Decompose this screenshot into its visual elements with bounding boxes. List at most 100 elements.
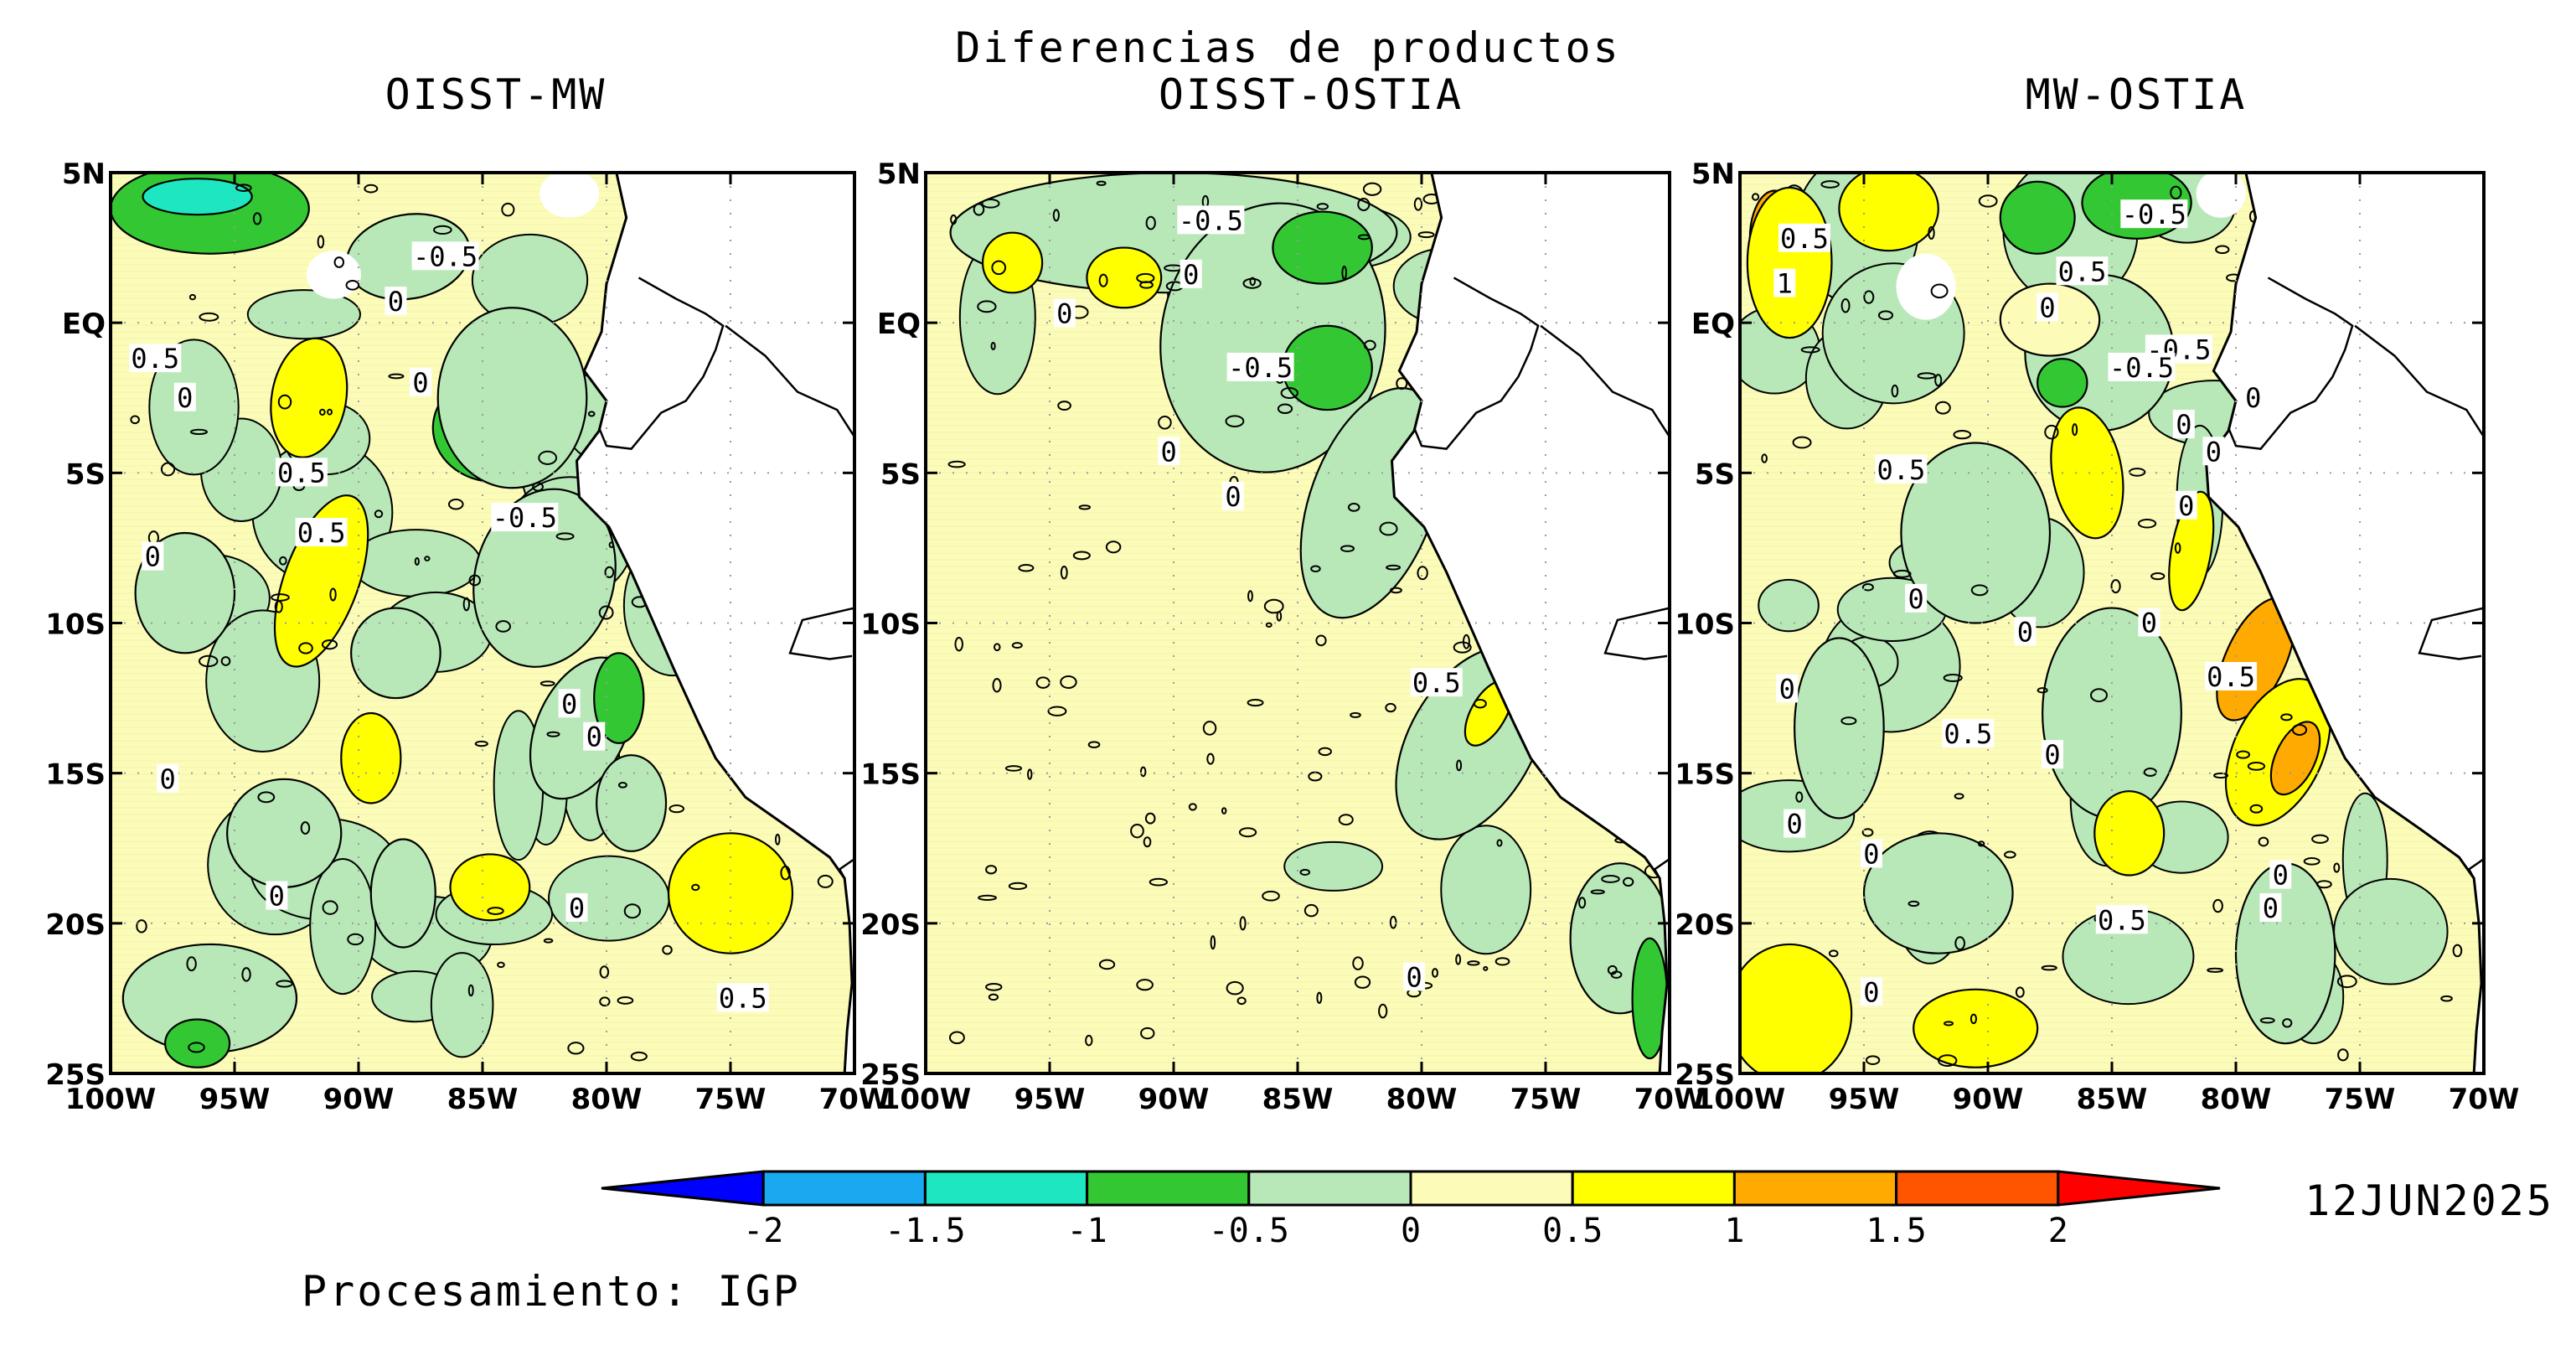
contour-label: 0 [1056, 297, 1072, 329]
colorbar-label: -2 [743, 1212, 783, 1250]
colorbar-box [1086, 1170, 1251, 1207]
anomaly-region [309, 857, 377, 996]
contour-label: 0 [569, 892, 585, 924]
contour-label: 0.5 [297, 517, 346, 549]
lon-tick-label: 85W [2077, 1083, 2148, 1116]
colorbar-label: 0.5 [1542, 1212, 1603, 1250]
colorbar-box [1571, 1170, 1736, 1207]
anomaly-region [1086, 246, 1163, 309]
lon-tick-label: 80W [2201, 1083, 2272, 1116]
lat-tick-label: 5N [1691, 158, 1735, 191]
contour-label: 0 [1908, 583, 1924, 615]
colorbar-arrow-high [2057, 1170, 2221, 1207]
anomaly-region [1283, 840, 1384, 892]
contour-label: 0 [159, 763, 175, 795]
lat-tick-label: 20S [45, 908, 106, 942]
anomaly-region [2042, 607, 2182, 820]
map-figure: -0.500.500.50.50-0.500000 00.55N100WEQ95W… [45, 158, 2520, 1250]
map-panel-mw-ostia: 0.51-0.50.50-0.5-0.50000.50000.5000.5000… [1675, 158, 2520, 1116]
anomaly-region [1746, 186, 1833, 339]
contour-label: 0.5 [2207, 661, 2255, 693]
contour-label: -0.5 [1228, 352, 1293, 384]
lat-tick-label: 25S [45, 1058, 106, 1092]
lat-tick-label: 10S [1675, 608, 1735, 642]
lat-tick-label: 5N [877, 158, 921, 191]
contour-label: 0 [2017, 616, 2033, 648]
lon-tick-label: 75W [2325, 1083, 2396, 1116]
lon-tick-label: 90W [1138, 1083, 1210, 1116]
lat-tick-label: 10S [860, 608, 921, 642]
contour-label: -0.5 [413, 240, 478, 272]
contour-label: 0 [1786, 809, 1802, 840]
lat-tick-label: 5S [1695, 458, 1735, 491]
colorbar-box [1732, 1170, 1898, 1207]
anomaly-region [306, 251, 361, 299]
contour-label: 0 [1863, 976, 1879, 1008]
lon-tick-label: 95W [1829, 1083, 1900, 1116]
contour-label: 0 [2263, 892, 2279, 924]
processing-credit: Procesamiento: IGP [302, 1267, 801, 1316]
contour-label: -0.5 [2109, 352, 2174, 384]
colorbar-label: 1 [1724, 1212, 1744, 1250]
contour-label: 0 [1779, 673, 1795, 705]
contour-label: 0 [2206, 436, 2222, 468]
colorbar-box [923, 1170, 1089, 1207]
contour-label: 0.5 [1944, 718, 1992, 750]
contour-label: 0 [388, 286, 404, 318]
contour-label: -0.5 [1179, 204, 1243, 236]
lat-tick-label: EQ [1691, 308, 1735, 341]
anomaly-region [1794, 637, 1885, 820]
contour-label: 0 [2273, 860, 2289, 892]
contour-label: 0.5 [719, 982, 767, 1014]
lat-tick-label: 5N [62, 158, 106, 191]
date-stamp: 12JUN2025 [2305, 1177, 2554, 1225]
colorbar-box [1247, 1170, 1412, 1207]
contour-label: -0.5 [2122, 199, 2186, 230]
contour-label: 0 [1183, 259, 1199, 291]
anomaly-region [1440, 825, 1532, 955]
lat-tick-label: EQ [62, 308, 106, 341]
contour-label: 0 [1160, 436, 1176, 468]
anomaly-region [981, 231, 1044, 294]
contour-label: 0.5 [2058, 256, 2107, 287]
anomaly-region [539, 173, 600, 218]
lat-tick-label: 5S [880, 458, 921, 491]
colorbar: -2 -1.5 -1 -0.5 0 0.5 1 1.5 2 [601, 1170, 2221, 1250]
contour-label: 0 [2245, 382, 2261, 414]
lon-tick-label: 85W [447, 1083, 519, 1116]
lon-tick-label: 90W [323, 1083, 395, 1116]
contour-label: 0.5 [1877, 454, 1926, 486]
map-panel-oisst-ostia: -0.500-0.5000.505N100WEQ95W5S90W10S85W15… [860, 158, 1705, 1116]
anomaly-region [246, 289, 361, 340]
contour-label: 0 [561, 688, 577, 720]
anomaly-region [350, 607, 441, 700]
anomaly-region [667, 832, 794, 954]
map-panel-oisst-mw: -0.500.500.50.50-0.500000 00.55N100WEQ95W… [45, 158, 890, 1116]
contour-label: 0.5 [1412, 667, 1461, 699]
lon-tick-label: 90W [1953, 1083, 2024, 1116]
lon-tick-label: 95W [199, 1083, 271, 1116]
contour-label: 0 [412, 367, 428, 399]
lon-tick-label: 80W [1386, 1083, 1458, 1116]
colorbar-label: 2 [2048, 1212, 2068, 1250]
colorbar-box [761, 1170, 927, 1207]
anomaly-region [2333, 877, 2449, 985]
lon-tick-label: 70W [2449, 1083, 2520, 1116]
anomaly-region [430, 952, 494, 1058]
colorbar-label: 1.5 [1866, 1212, 1926, 1250]
colorbar-label: -1.5 [885, 1212, 965, 1250]
contour-label: 1 [1777, 268, 1793, 300]
anomaly-region [340, 711, 402, 804]
anomaly-region [1896, 253, 1956, 320]
anomaly-region [2196, 173, 2246, 218]
anomaly-region [226, 778, 343, 888]
lon-tick-label: 75W [1510, 1083, 1582, 1116]
anomaly-region [1740, 943, 1853, 1073]
contour-label: 0 [1863, 838, 1879, 870]
colorbar-arrow-low [601, 1170, 765, 1207]
contour-label: 0 [2176, 409, 2191, 441]
lat-tick-label: 15S [1675, 758, 1735, 792]
contour-label: 0 [269, 881, 285, 913]
contour-label: 0.5 [277, 457, 326, 489]
contour-label: 0.5 [1780, 223, 1829, 255]
